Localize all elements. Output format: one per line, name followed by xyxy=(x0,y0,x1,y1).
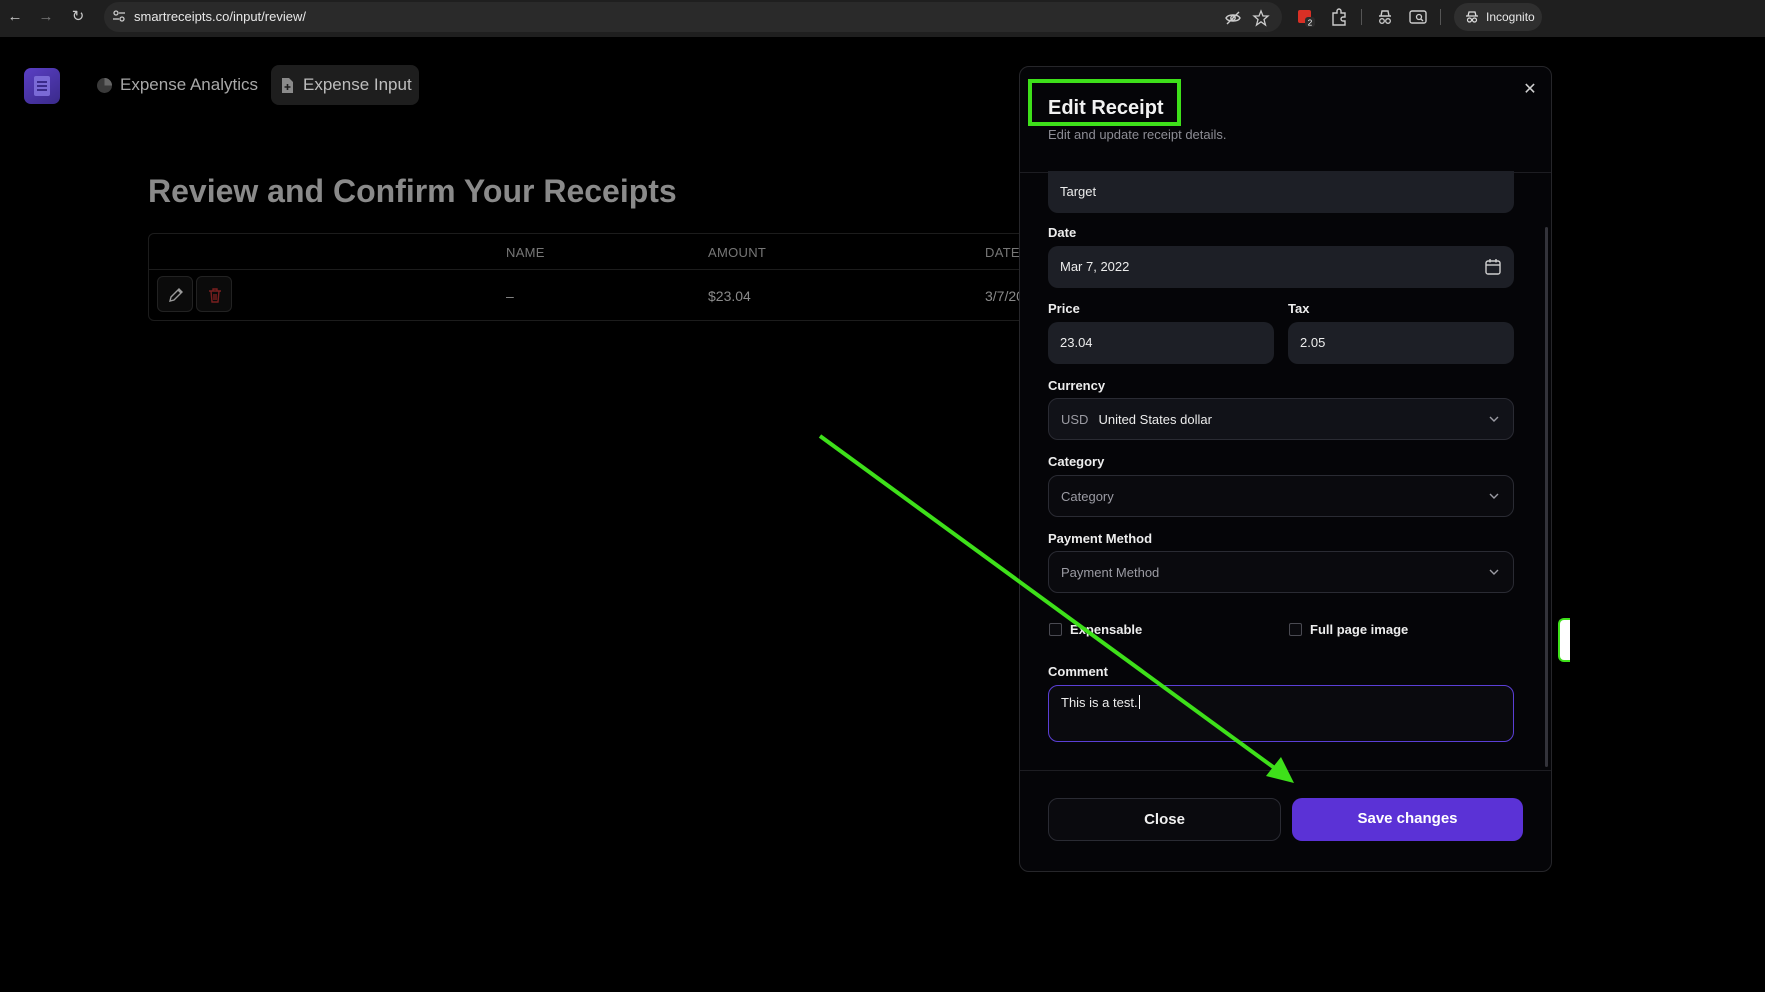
merchant-field[interactable]: Target xyxy=(1048,171,1514,213)
tab-search-icon[interactable] xyxy=(1408,7,1428,27)
currency-label: Currency xyxy=(1048,378,1106,393)
receipts-table: NAME AMOUNT DATE – $23.04 3/7/20 xyxy=(148,233,1028,321)
incognito-badge[interactable]: Incognito xyxy=(1454,3,1542,31)
save-changes-button[interactable]: Save changes xyxy=(1292,798,1523,841)
cell-amount: $23.04 xyxy=(708,288,751,304)
extensions-puzzle-icon[interactable] xyxy=(1329,7,1349,27)
column-header-date[interactable]: DATE xyxy=(985,245,1020,260)
date-field[interactable]: Mar 7, 2022 xyxy=(1048,246,1514,288)
chevron-down-icon xyxy=(1489,493,1499,499)
browser-toolbar: ← → ↻ smartreceipts.co/input/review/ 2 I… xyxy=(0,0,1765,37)
pie-chart-icon xyxy=(97,78,112,93)
edit-button[interactable] xyxy=(157,276,193,312)
extension-calendar-icon[interactable]: 2 xyxy=(1296,7,1316,27)
merchant-value: Target xyxy=(1060,184,1097,199)
back-icon[interactable]: ← xyxy=(4,6,26,28)
tax-value: 2.05 xyxy=(1300,335,1326,350)
site-settings-icon[interactable] xyxy=(112,9,126,23)
payment-method-label: Payment Method xyxy=(1048,531,1153,546)
url-text: smartreceipts.co/input/review/ xyxy=(134,9,306,24)
toolbar-separator xyxy=(1440,9,1441,25)
app-logo[interactable] xyxy=(24,68,60,104)
dialog-description: Edit and update receipt details. xyxy=(1048,127,1227,142)
eye-off-icon[interactable] xyxy=(1224,9,1242,27)
date-value: Mar 7, 2022 xyxy=(1060,259,1130,274)
comment-value: This is a test. xyxy=(1061,695,1138,710)
incognito-label: Incognito xyxy=(1486,10,1535,24)
toolbar-separator xyxy=(1361,9,1362,25)
payment-method-placeholder: Payment Method xyxy=(1061,565,1160,580)
reload-icon[interactable]: ↻ xyxy=(67,6,89,28)
footer-divider xyxy=(1020,770,1551,771)
full-page-image-checkbox[interactable] xyxy=(1289,623,1302,636)
incognito-icon xyxy=(1466,11,1478,23)
text-caret xyxy=(1138,695,1140,709)
calendar-icon[interactable] xyxy=(1484,258,1502,276)
nav-tab-expense-analytics[interactable]: Expense Analytics xyxy=(88,65,268,105)
category-placeholder: Category xyxy=(1061,489,1114,504)
price-label: Price xyxy=(1048,301,1080,316)
column-header-amount[interactable]: AMOUNT xyxy=(708,245,766,260)
expensable-checkbox[interactable] xyxy=(1049,623,1062,636)
bookmark-star-icon[interactable] xyxy=(1252,9,1270,27)
pencil-icon xyxy=(169,288,183,302)
nav-tab-label: Expense Analytics xyxy=(120,75,258,94)
edit-receipt-dialog: Edit Receipt Edit and update receipt det… xyxy=(1019,66,1552,872)
currency-code: USD xyxy=(1061,412,1089,427)
chevron-down-icon xyxy=(1489,569,1499,575)
price-field[interactable]: 23.04 xyxy=(1048,322,1274,364)
expensable-label[interactable]: Expensable xyxy=(1070,622,1142,637)
incognito-spy-icon[interactable] xyxy=(1375,7,1395,27)
comment-textarea[interactable]: This is a test. xyxy=(1048,685,1514,742)
currency-name: United States dollar xyxy=(1098,412,1212,427)
payment-method-select[interactable]: Payment Method xyxy=(1048,551,1514,593)
nav-tab-expense-input[interactable]: Expense Input xyxy=(271,65,419,105)
nav-tab-label: Expense Input xyxy=(303,75,412,94)
trash-icon xyxy=(209,288,221,303)
tax-field[interactable]: 2.05 xyxy=(1288,322,1514,364)
close-icon[interactable]: ✕ xyxy=(1520,80,1540,100)
tax-label: Tax xyxy=(1288,301,1310,316)
column-header-name[interactable]: NAME xyxy=(506,245,545,260)
receipt-icon xyxy=(34,76,50,96)
category-select[interactable]: Category xyxy=(1048,475,1514,517)
full-page-image-label[interactable]: Full page image xyxy=(1310,622,1408,637)
comment-label: Comment xyxy=(1048,664,1108,679)
cell-name: – xyxy=(506,288,514,304)
chevron-down-icon xyxy=(1489,416,1499,422)
category-label: Category xyxy=(1048,454,1105,469)
dialog-scrollbar[interactable] xyxy=(1545,227,1548,767)
dialog-title: Edit Receipt xyxy=(1048,97,1164,119)
currency-select[interactable]: USD United States dollar xyxy=(1048,398,1514,440)
side-panel-tab[interactable] xyxy=(1558,618,1570,662)
svg-text:2: 2 xyxy=(1308,19,1313,28)
forward-icon[interactable]: → xyxy=(35,6,57,28)
file-plus-icon xyxy=(282,78,293,93)
price-value: 23.04 xyxy=(1060,335,1093,350)
page-title: Review and Confirm Your Receipts xyxy=(148,173,677,209)
table-header: NAME AMOUNT DATE xyxy=(149,234,1027,270)
address-bar[interactable]: smartreceipts.co/input/review/ xyxy=(104,2,1282,32)
delete-button[interactable] xyxy=(196,276,232,312)
date-label: Date xyxy=(1048,225,1077,240)
close-button[interactable]: Close xyxy=(1048,798,1281,841)
